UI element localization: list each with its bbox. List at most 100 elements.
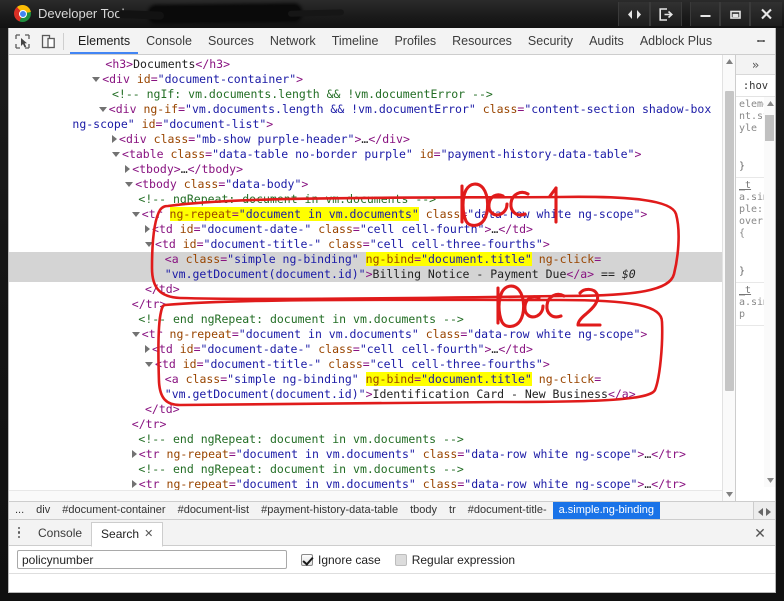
breadcrumb-item[interactable]: tr	[443, 502, 462, 519]
dom-node-line[interactable]: <td id="document-title-" class="cell cel…	[9, 237, 735, 252]
tab-sources[interactable]: Sources	[200, 28, 262, 54]
maximize-button[interactable]	[720, 2, 750, 26]
dom-horizontal-scrollbar[interactable]	[9, 490, 722, 501]
expand-triangle-icon[interactable]	[131, 479, 137, 488]
dom-node-line[interactable]: <div id="document-container">	[9, 72, 735, 87]
checkbox-box[interactable]	[301, 553, 313, 566]
dom-node-line[interactable]: <!-- ngRepeat: document in vm.documents …	[9, 192, 735, 207]
dom-node-line[interactable]: <!-- end ngRepeat: document in vm.docume…	[9, 432, 735, 447]
dom-node-line[interactable]: <h3>Documents</h3>	[9, 57, 735, 72]
dom-node-line[interactable]: <!-- ngIf: vm.documents.length && !vm.do…	[9, 87, 735, 102]
chevron-left-icon[interactable]	[758, 507, 763, 516]
collapse-triangle-icon[interactable]	[145, 242, 153, 247]
breadcrumb-item[interactable]: #payment-history-data-table	[255, 502, 404, 519]
styles-pane[interactable]: » :hov element.style {} _t a.simple:hover …	[735, 55, 775, 501]
tab-console[interactable]: Console	[138, 28, 200, 54]
breadcrumb[interactable]: ... div #document-container #document-list #…	[9, 501, 775, 520]
breadcrumb-item[interactable]: ...	[9, 502, 30, 519]
dom-node-line[interactable]: <div ng-if="vm.documents.length && !vm.d…	[9, 102, 735, 117]
breadcrumb-item[interactable]: a.simple.ng-binding	[552, 502, 661, 519]
styles-vertical-scrollbar[interactable]	[764, 97, 775, 487]
scroll-down-arrow[interactable]	[723, 488, 735, 501]
dom-tree[interactable]: <h3>Documents</h3> <div id="document-cont…	[9, 55, 735, 501]
breadcrumb-item[interactable]: tbody	[404, 502, 443, 519]
expand-triangle-icon[interactable]	[131, 449, 137, 458]
tab-profiles[interactable]: Profiles	[386, 28, 444, 54]
tab-security[interactable]: Security	[520, 28, 581, 54]
dom-node-line[interactable]: <table class = "data-table no-border purpl…	[9, 147, 735, 162]
dom-node-line[interactable]: <div class="mb-show purple-header">…</di…	[9, 132, 735, 147]
inspect-element-button[interactable]	[9, 28, 35, 54]
collapse-triangle-icon[interactable]	[145, 362, 153, 367]
checkbox-box[interactable]	[394, 553, 407, 566]
collapse-triangle-icon[interactable]	[131, 212, 140, 217]
expand-triangle-icon[interactable]	[112, 134, 117, 143]
collapse-triangle-icon[interactable]	[112, 152, 120, 157]
breadcrumb-item[interactable]: #document-container	[56, 502, 171, 519]
tab-audits[interactable]: Audits	[581, 28, 632, 54]
toolbar-more-button[interactable]	[751, 31, 771, 51]
drawer-close-button[interactable]: ✕	[751, 524, 769, 542]
dom-node-line[interactable]: "vm.getDocument(document.id)">Identifica…	[9, 387, 735, 402]
dom-node-line[interactable]: <td id="document-title-" class="cell cel…	[9, 357, 735, 372]
dom-vertical-scrollbar[interactable]	[722, 55, 735, 501]
expand-triangle-icon[interactable]	[125, 164, 131, 173]
tab-adblock-plus[interactable]: Adblock Plus	[632, 28, 720, 54]
dom-node-line[interactable]: </td>	[9, 402, 735, 417]
dom-scroll-thumb[interactable]	[725, 91, 734, 391]
expand-triangle-icon[interactable]	[145, 224, 150, 233]
collapse-triangle-icon[interactable]	[98, 107, 107, 112]
dom-node-line[interactable]: ng-scope" id="document-list">	[9, 117, 735, 132]
scroll-up-arrow[interactable]	[764, 97, 775, 110]
dom-node-line[interactable]: </td>	[9, 282, 735, 297]
close-button[interactable]	[750, 2, 782, 26]
tab-network[interactable]: Network	[262, 28, 324, 54]
tab-timeline[interactable]: Timeline	[324, 28, 387, 54]
dom-node-line[interactable]: </tr>	[9, 417, 735, 432]
drawer-tab-console[interactable]: Console	[29, 521, 91, 546]
collapse-triangle-icon[interactable]	[125, 182, 134, 187]
dom-node-line[interactable]: <!-- end ngRepeat: document in vm.docume…	[9, 462, 735, 477]
dom-node-line[interactable]: <tr ng-repeat="document in vm.documents"…	[9, 207, 735, 222]
breadcrumb-scroll-controls[interactable]	[753, 502, 775, 519]
dom-node-line[interactable]: <tr ng-repeat="document in vm.documents"…	[9, 447, 735, 462]
hov-toggle-button[interactable]: :hov	[736, 75, 775, 97]
ignore-case-checkbox[interactable]: Ignore case	[301, 553, 381, 567]
dom-node-line[interactable]: <td id="document-date-" class="cell cell…	[9, 342, 735, 357]
minimize-button[interactable]	[690, 2, 720, 26]
dock-position-button[interactable]	[618, 2, 650, 26]
dom-node-line[interactable]: <a class="simple ng-binding" ng-bind="do…	[9, 252, 735, 267]
dom-node-line[interactable]: <td id="document-date-" class="cell cell…	[9, 222, 735, 237]
drawer-more-button[interactable]	[9, 520, 29, 546]
dom-node-line[interactable]: <!-- end ngRepeat: document in vm.docume…	[9, 312, 735, 327]
breadcrumb-item[interactable]: div	[30, 502, 56, 519]
dom-node-line[interactable]: <tr ng-repeat="document in vm.documents"…	[9, 327, 735, 342]
search-input[interactable]	[17, 550, 287, 569]
dom-node-line[interactable]: </tr>	[9, 297, 735, 312]
chevron-right-icon[interactable]	[766, 507, 771, 516]
dom-node-line[interactable]: "vm.getDocument(document.id)">Billing No…	[9, 267, 735, 282]
dom-token	[173, 342, 180, 356]
breadcrumb-item[interactable]: #document-title-	[462, 502, 553, 519]
dom-node-line[interactable]: <tbody class="data-body">	[9, 177, 735, 192]
breadcrumb-item[interactable]: #document-list	[172, 502, 256, 519]
drawer-tab-search[interactable]: Search ✕	[91, 521, 164, 547]
tab-elements[interactable]: Elements	[70, 28, 138, 54]
dom-tree-pane[interactable]: <h3>Documents</h3> <div id="document-cont…	[9, 55, 735, 501]
dom-token: >	[542, 237, 550, 251]
tab-resources[interactable]: Resources	[444, 28, 520, 54]
dom-node-line[interactable]: <tbody>…</tbody>	[9, 162, 735, 177]
scroll-down-arrow[interactable]	[764, 474, 775, 487]
dom-token	[359, 372, 366, 386]
collapse-triangle-icon[interactable]	[131, 332, 140, 337]
expand-styles-panel-button[interactable]: »	[736, 55, 775, 75]
styles-scroll-thumb[interactable]	[765, 115, 774, 141]
expand-triangle-icon[interactable]	[145, 344, 150, 353]
undock-into-window-button[interactable]	[650, 2, 682, 26]
regular-expression-checkbox[interactable]: Regular expression	[394, 553, 515, 567]
dom-node-line[interactable]: <a class="simple ng-binding" ng-bind="do…	[9, 372, 735, 387]
drawer-tab-close-icon[interactable]: ✕	[144, 522, 153, 547]
toggle-device-toolbar-button[interactable]	[35, 28, 61, 54]
scroll-up-arrow[interactable]	[723, 55, 735, 68]
collapse-triangle-icon[interactable]	[92, 77, 101, 82]
